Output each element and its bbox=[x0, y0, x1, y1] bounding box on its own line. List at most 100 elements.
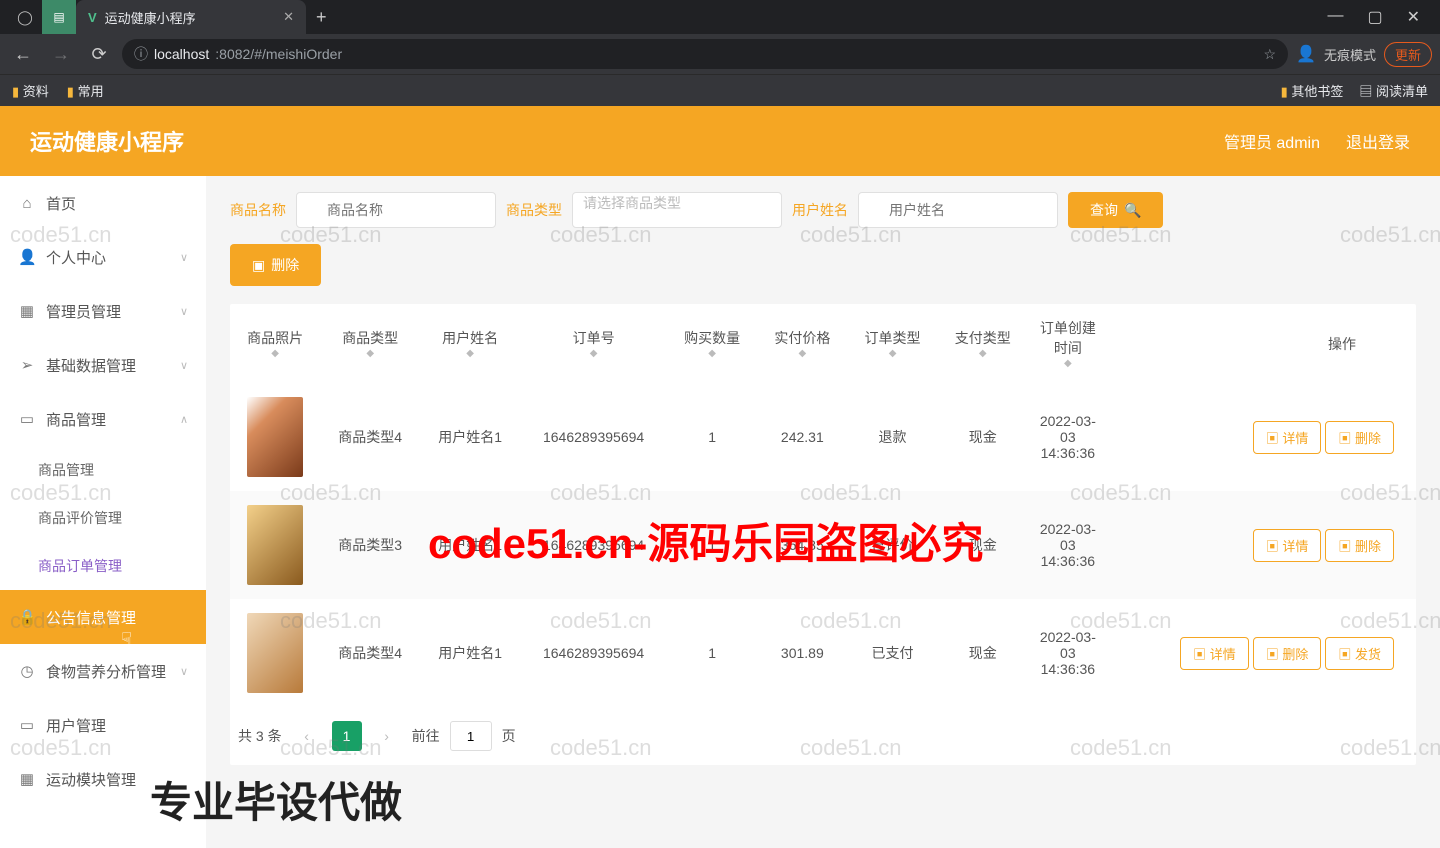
new-tab-button[interactable]: + bbox=[306, 7, 337, 28]
cell-ops: ▣ 详情▣ 删除▣ 发货 bbox=[1108, 599, 1416, 707]
sidebar-sub-order-mgmt[interactable]: 商品订单管理 bbox=[0, 542, 206, 590]
sidebar-item-home[interactable]: ⌂首页 bbox=[0, 176, 206, 230]
search-type-select[interactable]: 请选择商品类型 bbox=[572, 192, 782, 228]
info-icon: ⓘ bbox=[134, 44, 148, 64]
url-path: :8082/#/meishiOrder bbox=[215, 46, 342, 62]
sort-icon[interactable]: ◆ bbox=[328, 348, 412, 359]
op-发货-button[interactable]: ▣ 发货 bbox=[1325, 637, 1394, 670]
chevron-down-icon: ∨ bbox=[180, 305, 188, 318]
cell-type: 商品类型4 bbox=[320, 383, 420, 491]
search-user-label: 用户姓名 bbox=[792, 200, 848, 220]
logout-button[interactable]: 退出登录 bbox=[1346, 129, 1410, 153]
browser-icon[interactable]: ◯ bbox=[8, 0, 42, 34]
page-prev[interactable]: ‹ bbox=[292, 721, 322, 751]
sidebar-item-admin[interactable]: ▦管理员管理∨ bbox=[0, 284, 206, 338]
search-row: 商品名称 🔍 商品类型 请选择商品类型 用户姓名 🔍 查询 🔍 bbox=[230, 192, 1416, 228]
bookmark-folder[interactable]: ▮ 资料 bbox=[12, 81, 49, 100]
cell-user: 用户姓名1 bbox=[420, 383, 520, 491]
cell-price: 301.89 bbox=[757, 599, 847, 707]
table-row: 商品类型4 用户姓名1 1646289395694 1 301.89 已支付 现… bbox=[230, 599, 1416, 707]
sidebar-sub-review-mgmt[interactable]: 商品评价管理 bbox=[0, 494, 206, 542]
app: 运动健康小程序 管理员 admin 退出登录 ⌂首页 👤个人中心∨ ▦管理员管理… bbox=[0, 106, 1440, 848]
sidebar-sub-product-mgmt[interactable]: 商品管理 bbox=[0, 446, 206, 494]
lock-icon: 🔒 bbox=[18, 608, 36, 626]
batch-delete-button[interactable]: ▣ 删除 bbox=[230, 244, 321, 286]
goto-label: 前往 bbox=[412, 726, 440, 746]
browser-tab[interactable]: V 运动健康小程序 ✕ bbox=[76, 0, 306, 34]
cell-ordertype: 已支付 bbox=[847, 599, 937, 707]
bookmark-bar: ▮ 资料 ▮ 常用 ▮ 其他书签 ▤ 阅读清单 bbox=[0, 74, 1440, 106]
page-goto-input[interactable] bbox=[450, 721, 492, 751]
cell-time: 2022-03-03 14:36:36 bbox=[1028, 599, 1108, 707]
pagination: 共 3 条 ‹ 1 › 前往 页 bbox=[230, 707, 1416, 765]
op-详情-button[interactable]: ▣ 详情 bbox=[1180, 637, 1249, 670]
sort-icon[interactable]: ◆ bbox=[946, 348, 1020, 359]
page-current[interactable]: 1 bbox=[332, 721, 362, 751]
cell-qty: 1 bbox=[667, 491, 757, 599]
url-host: localhost bbox=[154, 46, 209, 62]
bookmark-folder[interactable]: ▮ 常用 bbox=[67, 81, 104, 100]
sidebar-item-nutrition[interactable]: ◷食物营养分析管理∨ bbox=[0, 644, 206, 698]
cell-price: 364.85 bbox=[757, 491, 847, 599]
cell-paytype: 现金 bbox=[938, 491, 1028, 599]
sort-icon[interactable]: ◆ bbox=[528, 348, 659, 359]
sidebar-item-users[interactable]: ▭用户管理 bbox=[0, 698, 206, 752]
grid-icon: ▦ bbox=[18, 302, 36, 320]
sort-icon[interactable]: ◆ bbox=[238, 348, 312, 359]
app-header: 运动健康小程序 管理员 admin 退出登录 bbox=[0, 106, 1440, 176]
extension-icon[interactable]: ▤ bbox=[42, 0, 76, 34]
sidebar-item-product[interactable]: ▭商品管理∧ bbox=[0, 392, 206, 446]
reading-list[interactable]: ▤ 阅读清单 bbox=[1359, 81, 1428, 100]
product-thumb bbox=[247, 397, 303, 477]
search-user-input[interactable] bbox=[858, 192, 1058, 228]
sort-icon[interactable]: ◆ bbox=[428, 348, 512, 359]
cell-price: 242.31 bbox=[757, 383, 847, 491]
cell-paytype: 现金 bbox=[938, 599, 1028, 707]
sidebar-item-notice[interactable]: 🔒公告信息管理☟ bbox=[0, 590, 206, 644]
close-icon[interactable]: ✕ bbox=[283, 9, 294, 25]
admin-label[interactable]: 管理员 admin bbox=[1224, 129, 1320, 153]
maximize-icon[interactable]: ▢ bbox=[1367, 7, 1382, 27]
order-table: 商品照片 ◆ 商品类型◆ 用户姓名◆ 订单号◆ 购买数量◆ 实付价格◆ 订单类型… bbox=[230, 304, 1416, 765]
cell-qty: 1 bbox=[667, 383, 757, 491]
sidebar-item-personal[interactable]: 👤个人中心∨ bbox=[0, 230, 206, 284]
tab-bar: ◯ ▤ V 运动健康小程序 ✕ + — ▢ ✕ bbox=[0, 0, 1440, 34]
cell-user: 用户姓名1 bbox=[420, 491, 520, 599]
minimize-icon[interactable]: — bbox=[1327, 7, 1343, 27]
search-name-input[interactable] bbox=[296, 192, 496, 228]
cell-qty: 1 bbox=[667, 599, 757, 707]
update-button[interactable]: 更新 bbox=[1384, 42, 1432, 67]
reload-button[interactable]: ⟳ bbox=[84, 44, 114, 65]
user-icon: 👤 bbox=[18, 248, 36, 266]
search-name-label: 商品名称 bbox=[230, 200, 286, 220]
op-详情-button[interactable]: ▣ 详情 bbox=[1253, 529, 1322, 562]
op-删除-button[interactable]: ▣ 删除 bbox=[1325, 529, 1394, 562]
sort-icon[interactable]: ◆ bbox=[855, 348, 929, 359]
back-button[interactable]: ← bbox=[8, 44, 38, 65]
op-删除-button[interactable]: ▣ 删除 bbox=[1253, 637, 1322, 670]
url-bar[interactable]: ⓘ localhost :8082/#/meishiOrder ☆ bbox=[122, 39, 1288, 69]
forward-button[interactable]: → bbox=[46, 44, 76, 65]
window-controls: — ▢ ✕ bbox=[1327, 7, 1432, 27]
sidebar-item-sport[interactable]: ▦运动模块管理 bbox=[0, 752, 206, 806]
op-详情-button[interactable]: ▣ 详情 bbox=[1253, 421, 1322, 454]
page-next[interactable]: › bbox=[372, 721, 402, 751]
product-thumb bbox=[247, 613, 303, 693]
sidebar-item-basedata[interactable]: ➢基础数据管理∨ bbox=[0, 338, 206, 392]
module-icon: ▦ bbox=[18, 770, 36, 788]
sort-icon[interactable]: ◆ bbox=[675, 348, 749, 359]
search-type-label: 商品类型 bbox=[506, 200, 562, 220]
sort-icon[interactable]: ◆ bbox=[765, 348, 839, 359]
op-删除-button[interactable]: ▣ 删除 bbox=[1325, 421, 1394, 454]
cell-type: 商品类型4 bbox=[320, 599, 420, 707]
other-bookmarks[interactable]: ▮ 其他书签 bbox=[1281, 81, 1344, 100]
sort-icon[interactable]: ◆ bbox=[1036, 358, 1100, 369]
cell-ordertype: 退款 bbox=[847, 383, 937, 491]
send-icon: ➢ bbox=[18, 356, 36, 374]
nav-bar: ← → ⟳ ⓘ localhost:8082/#/meishiOrder ☆ 👤… bbox=[0, 34, 1440, 74]
close-window-icon[interactable]: ✕ bbox=[1407, 7, 1420, 27]
app-title: 运动健康小程序 bbox=[30, 125, 184, 157]
star-icon[interactable]: ☆ bbox=[1263, 46, 1276, 63]
query-button[interactable]: 查询 🔍 bbox=[1068, 192, 1163, 228]
incognito-label: 无痕模式 bbox=[1324, 45, 1376, 64]
